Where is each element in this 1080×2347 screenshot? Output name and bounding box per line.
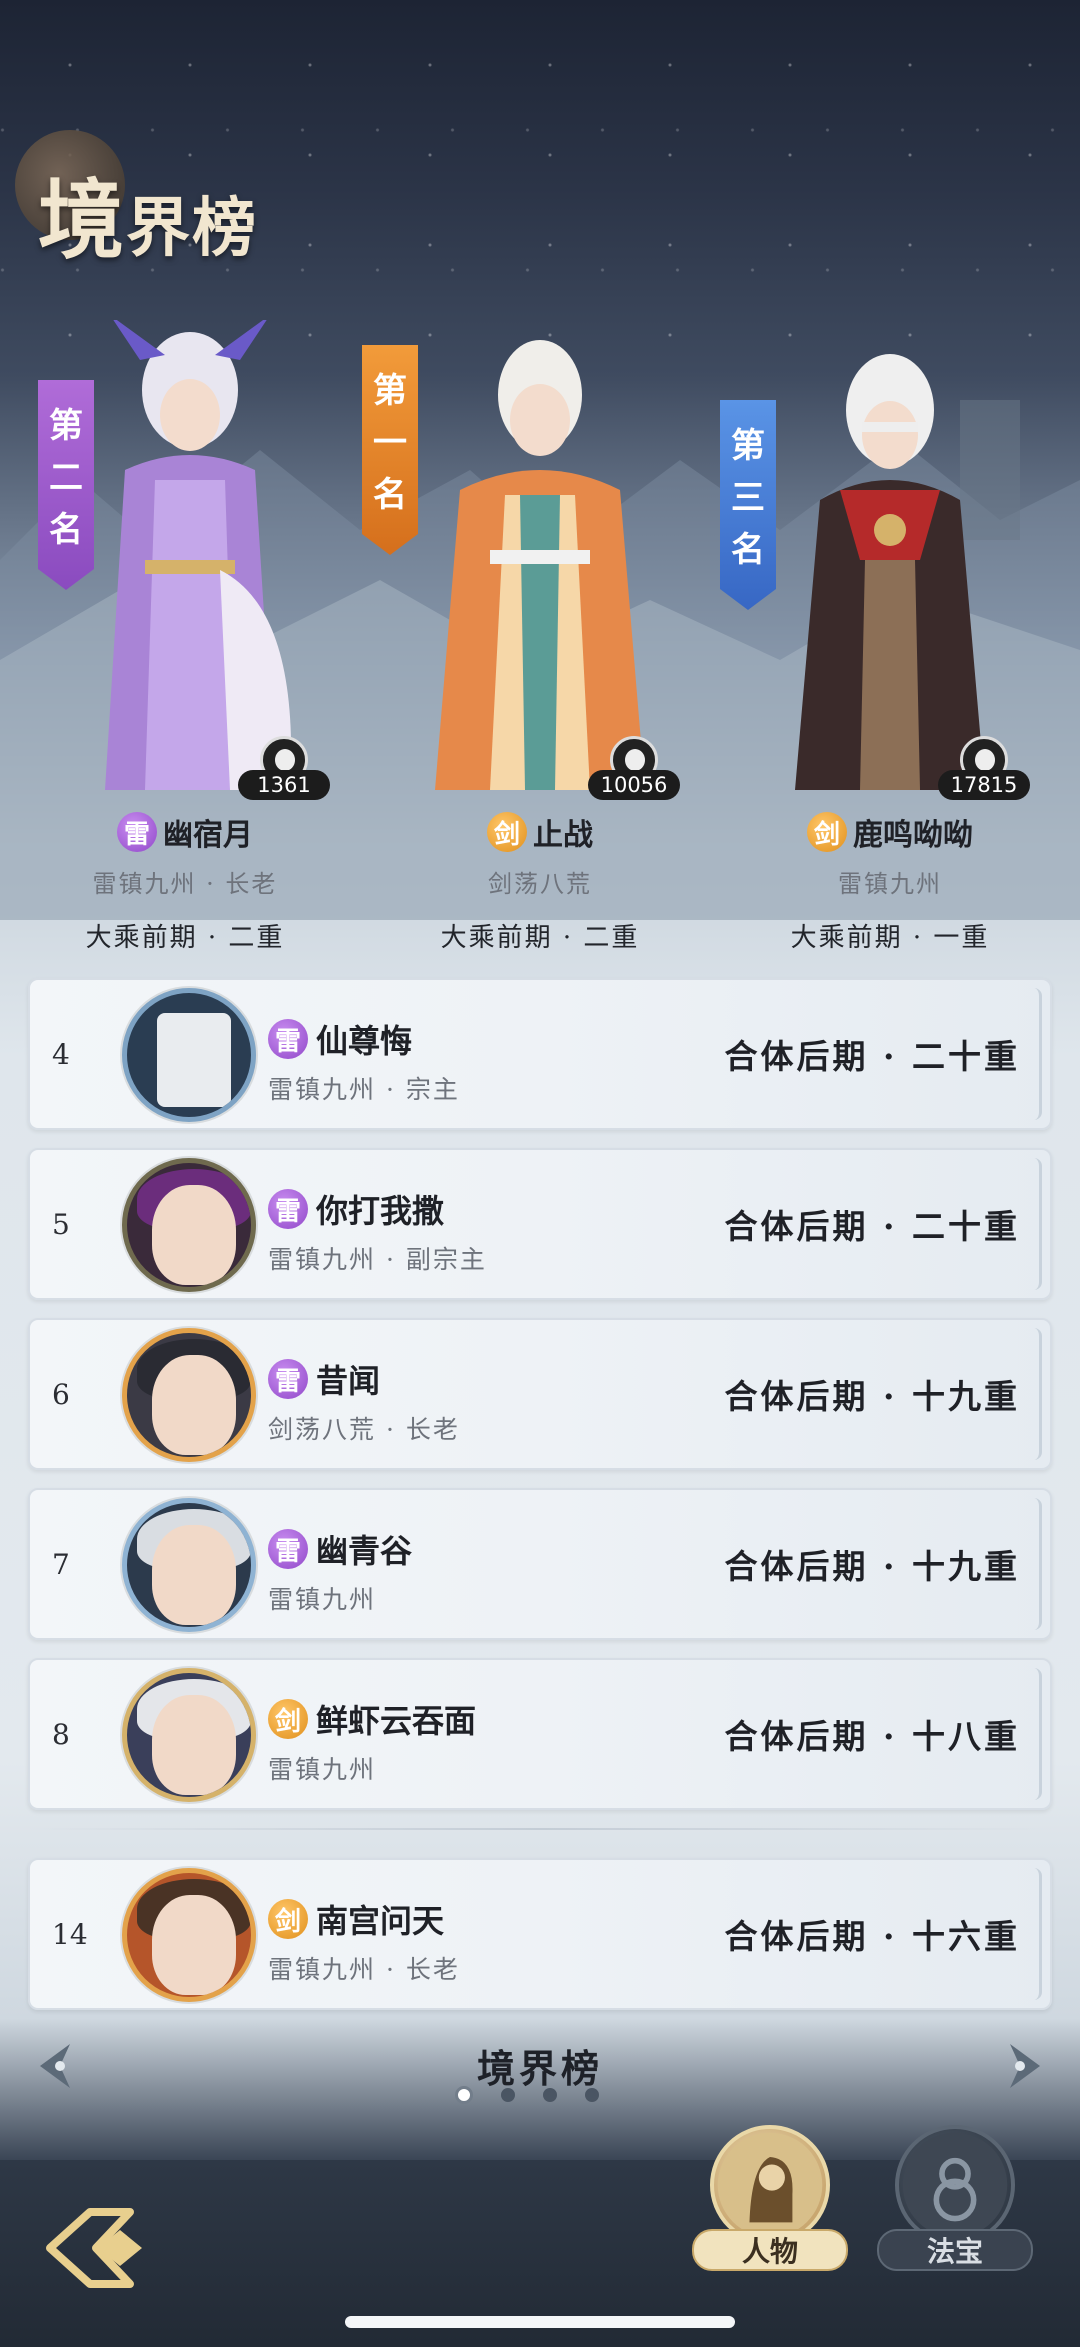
player-realm: 合体后期 · 二十重 bbox=[724, 1207, 1020, 1246]
sword-element-icon: 剑 bbox=[268, 1899, 308, 1939]
thunder-element-icon: 雷 bbox=[268, 1019, 308, 1059]
tab-label: 法宝 bbox=[877, 2229, 1033, 2271]
character-portrait-rank-2 bbox=[105, 320, 292, 790]
thunder-element-icon: 雷 bbox=[268, 1529, 308, 1569]
avatar bbox=[122, 1158, 256, 1292]
character-portrait-rank-3 bbox=[795, 354, 985, 790]
player-name: 仙尊悔 bbox=[316, 1022, 413, 1060]
player-realm: 合体后期 · 十六重 bbox=[724, 1917, 1020, 1956]
avatar bbox=[122, 1498, 256, 1632]
page-dot[interactable] bbox=[455, 2086, 473, 2104]
self-rank-row[interactable]: 14 剑南宫问天 雷镇九州 · 长老 合体后期 · 十六重 bbox=[28, 1858, 1052, 2010]
list-item[interactable]: 8 剑鲜虾云吞面 雷镇九州 合体后期 · 十八重 bbox=[28, 1658, 1052, 1810]
page-dot[interactable] bbox=[543, 2088, 557, 2102]
score-value: 1361 bbox=[238, 770, 330, 800]
rank-banner-1: 第一名 bbox=[362, 345, 418, 555]
list-item[interactable]: 6 雷昔闻 剑荡八荒 · 长老 合体后期 · 十九重 bbox=[28, 1318, 1052, 1470]
score-value: 10056 bbox=[588, 770, 680, 800]
tab-label: 人物 bbox=[692, 2229, 848, 2271]
character-portrait-rank-1 bbox=[435, 340, 645, 790]
rank-number: 14 bbox=[52, 1917, 88, 1951]
player-name: 止战 bbox=[533, 818, 593, 853]
player-name: 鲜虾云吞面 bbox=[316, 1702, 477, 1740]
podium-rank-2[interactable]: 第二名 1361 bbox=[38, 300, 340, 800]
score-badge: 17815 bbox=[930, 736, 1030, 800]
rank-number: 8 bbox=[52, 1717, 70, 1751]
player-realm: 合体后期 · 十九重 bbox=[724, 1377, 1020, 1416]
player-name: 你打我撒 bbox=[316, 1192, 445, 1230]
rank-banner-3: 第三名 bbox=[720, 400, 776, 610]
player-name: 南宫问天 bbox=[316, 1902, 445, 1940]
rank-number: 5 bbox=[52, 1207, 70, 1241]
player-sect: 剑荡八荒 · 长老 bbox=[268, 1415, 460, 1444]
list-item[interactable]: 4 雷仙尊悔 雷镇九州 · 宗主 合体后期 · 二十重 bbox=[28, 978, 1052, 1130]
pager-title: 境界榜 bbox=[476, 2046, 603, 2091]
podium-rank-3[interactable]: 第三名 17815 bbox=[720, 300, 1040, 800]
player-sect: 雷镇九州 · 长老 bbox=[92, 870, 278, 898]
person-icon bbox=[710, 2125, 830, 2245]
player-sect: 雷镇九州 · 副宗主 bbox=[268, 1245, 487, 1274]
page-dot[interactable] bbox=[501, 2088, 515, 2102]
podium-rank-1[interactable]: 第一名 10056 bbox=[362, 300, 690, 800]
sword-element-icon: 剑 bbox=[487, 812, 527, 852]
player-realm: 合体后期 · 十八重 bbox=[724, 1717, 1020, 1756]
home-indicator[interactable] bbox=[345, 2316, 735, 2328]
podium-info-rank-3[interactable]: 剑 鹿鸣呦呦 雷镇九州 大乘前期 · 一重 bbox=[730, 810, 1050, 954]
player-sect: 剑荡八荒 bbox=[488, 870, 592, 898]
avatar bbox=[122, 1868, 256, 2002]
score-value: 17815 bbox=[938, 770, 1030, 800]
thunder-element-icon: 雷 bbox=[268, 1189, 308, 1229]
player-sect: 雷镇九州 bbox=[268, 1755, 377, 1784]
player-name: 幽宿月 bbox=[163, 818, 253, 853]
avatar bbox=[122, 988, 256, 1122]
score-badge: 10056 bbox=[580, 736, 680, 800]
gourd-treasure-icon bbox=[895, 2125, 1015, 2245]
page-indicator bbox=[455, 2086, 599, 2104]
tab-treasure[interactable]: 法宝 bbox=[877, 2125, 1033, 2285]
player-sect: 雷镇九州 · 长老 bbox=[268, 1955, 460, 1984]
player-sect: 雷镇九州 bbox=[838, 870, 942, 898]
rank-number: 6 bbox=[52, 1377, 70, 1411]
podium-info-rank-1[interactable]: 剑 止战 剑荡八荒 大乘前期 · 二重 bbox=[380, 810, 700, 954]
avatar bbox=[122, 1328, 256, 1462]
player-sect: 雷镇九州 · 宗主 bbox=[268, 1075, 460, 1104]
page-dot[interactable] bbox=[585, 2088, 599, 2102]
player-name: 幽青谷 bbox=[316, 1532, 413, 1570]
score-badge: 1361 bbox=[230, 736, 330, 800]
player-realm: 大乘前期 · 二重 bbox=[440, 923, 640, 953]
chevron-right-icon[interactable] bbox=[998, 2038, 1050, 2094]
player-realm: 合体后期 · 十九重 bbox=[724, 1547, 1020, 1586]
thunder-element-icon: 雷 bbox=[268, 1359, 308, 1399]
rank-number: 7 bbox=[52, 1547, 70, 1581]
sword-element-icon: 剑 bbox=[807, 812, 847, 852]
leaderboard-pager: 境界榜 bbox=[0, 2030, 1080, 2130]
player-sect: 雷镇九州 bbox=[268, 1585, 377, 1614]
list-divider bbox=[28, 1828, 1052, 1830]
title-main: 境 bbox=[38, 170, 126, 271]
player-name: 鹿鸣呦呦 bbox=[853, 818, 973, 853]
player-realm: 合体后期 · 二十重 bbox=[724, 1037, 1020, 1076]
player-realm: 大乘前期 · 二重 bbox=[85, 923, 285, 953]
tab-people[interactable]: 人物 bbox=[692, 2125, 848, 2285]
page-title: 境界榜 bbox=[15, 130, 350, 280]
title-rest: 界榜 bbox=[126, 191, 258, 266]
rank-number: 4 bbox=[52, 1037, 70, 1071]
thunder-element-icon: 雷 bbox=[117, 812, 157, 852]
player-name: 昔闻 bbox=[316, 1362, 381, 1400]
player-realm: 大乘前期 · 一重 bbox=[790, 923, 990, 953]
podium-info-rank-2[interactable]: 雷 幽宿月 雷镇九州 · 长老 大乘前期 · 二重 bbox=[25, 810, 345, 954]
list-item[interactable]: 7 雷幽青谷 雷镇九州 合体后期 · 十九重 bbox=[28, 1488, 1052, 1640]
sword-element-icon: 剑 bbox=[268, 1699, 308, 1739]
avatar bbox=[122, 1668, 256, 1802]
rank-banner-2: 第二名 bbox=[38, 380, 94, 590]
back-icon[interactable] bbox=[30, 2200, 160, 2296]
ranking-list: 4 雷仙尊悔 雷镇九州 · 宗主 合体后期 · 二十重 5 雷你打我撒 雷镇九州… bbox=[28, 978, 1052, 2028]
list-item[interactable]: 5 雷你打我撒 雷镇九州 · 副宗主 合体后期 · 二十重 bbox=[28, 1148, 1052, 1300]
